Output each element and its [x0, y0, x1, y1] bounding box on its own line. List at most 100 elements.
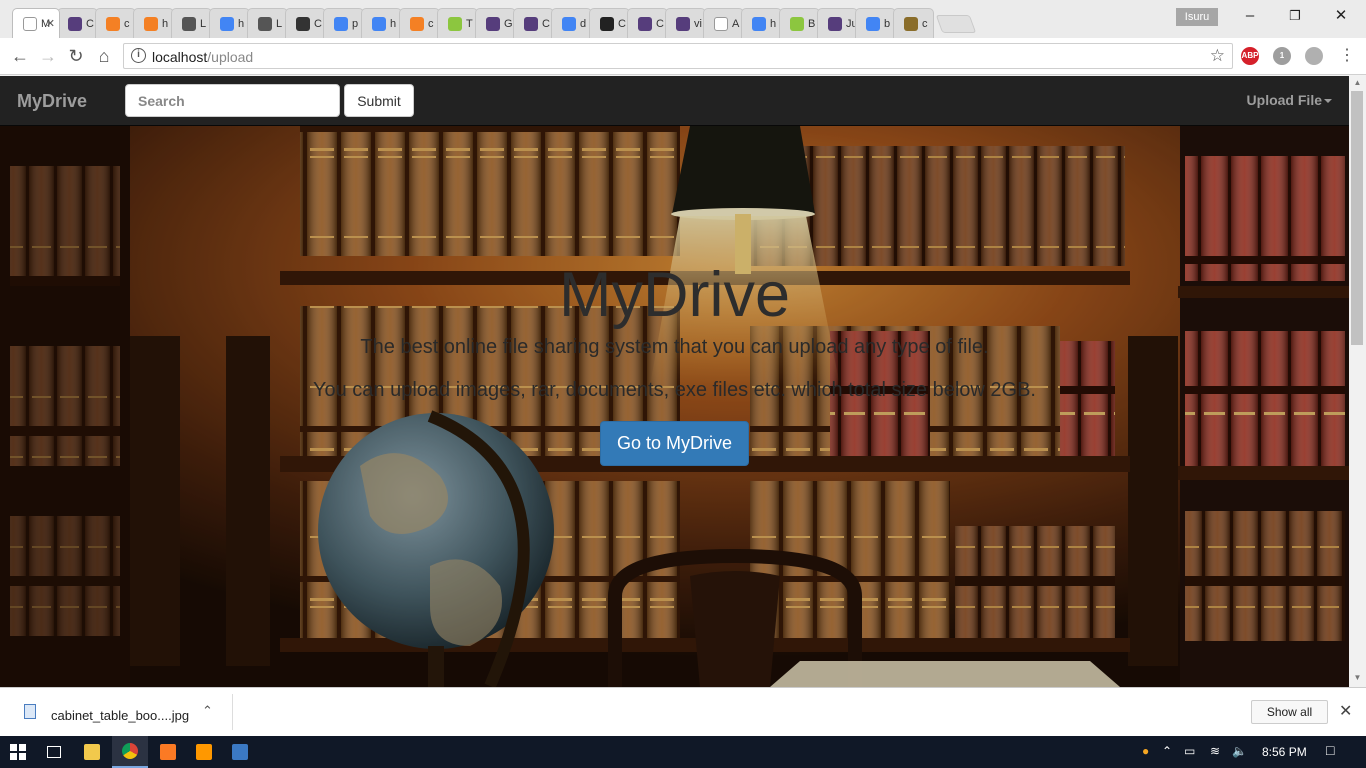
close-icon[interactable]: ✕ — [1339, 701, 1352, 721]
profile-button[interactable]: Isuru — [1176, 8, 1218, 26]
upload-file-label: Upload File — [1246, 92, 1322, 108]
browser-tab[interactable]: C — [513, 8, 554, 38]
browser-tab[interactable]: L — [171, 8, 212, 38]
bootstrap-icon — [828, 16, 842, 31]
ccleaner-tray-icon[interactable]: ● — [1142, 744, 1149, 758]
tab-label: h — [162, 17, 169, 30]
browser-tab[interactable]: h — [741, 8, 782, 38]
tab-strip: M ✕ Cc h Lh L Cp h c T G Cd C Cvi Ah B Ju b c Isuru – ❐ ✕ — [0, 0, 1366, 38]
browser-tab[interactable]: C — [57, 8, 98, 38]
w3schools-icon — [790, 16, 804, 31]
submit-button[interactable]: Submit — [344, 84, 414, 117]
browser-tab[interactable]: B — [779, 8, 820, 38]
bootstrap-icon — [638, 16, 652, 31]
start-icon[interactable] — [0, 736, 36, 768]
tab-label: vi — [694, 17, 702, 30]
browser-tab[interactable]: b — [855, 8, 896, 38]
w-icon — [600, 16, 614, 31]
tab-label: h — [238, 17, 245, 30]
hero-description: The best online file sharing system that… — [360, 336, 989, 358]
chevron-up-icon[interactable]: ⌃ — [202, 703, 213, 719]
browser-tab[interactable]: C — [627, 8, 668, 38]
ghost-icon[interactable]: 1 — [1273, 47, 1291, 65]
bootstrap-icon — [524, 16, 538, 31]
new-tab-button[interactable] — [935, 15, 977, 33]
task-view-icon[interactable] — [36, 736, 72, 768]
tab-label: c — [922, 17, 928, 30]
browser-tab[interactable]: M ✕ — [12, 8, 60, 38]
browser-tab[interactable]: c — [95, 8, 136, 38]
menu-icon[interactable]: ⋮ — [1335, 45, 1359, 67]
xampp-icon[interactable] — [150, 736, 186, 768]
search-input[interactable] — [125, 84, 340, 117]
scrollbar-thumb[interactable] — [1351, 91, 1363, 345]
browser-tab[interactable]: h — [361, 8, 402, 38]
page-scrollbar[interactable]: ▲ ▼ — [1349, 76, 1366, 687]
editor-icon[interactable] — [222, 736, 258, 768]
browser-tab[interactable]: c — [399, 8, 440, 38]
google-icon — [334, 16, 348, 31]
browser-tab[interactable]: C — [589, 8, 630, 38]
tab-label: c — [124, 17, 130, 30]
file-explorer-glyph — [84, 744, 100, 760]
browser-tab[interactable]: d — [551, 8, 592, 38]
browser-tab[interactable]: h — [209, 8, 250, 38]
w3schools-icon — [448, 16, 462, 31]
restore-icon[interactable]: ❐ — [1283, 6, 1307, 26]
minimize-icon[interactable]: – — [1238, 6, 1262, 26]
chrome-icon[interactable] — [112, 736, 148, 768]
adblock-icon[interactable]: ABP — [1241, 47, 1259, 65]
sublime-icon[interactable] — [186, 736, 222, 768]
browser-tab[interactable]: G — [475, 8, 516, 38]
bootstrap-icon — [68, 16, 82, 31]
tab-close-icon[interactable]: ✕ — [46, 17, 55, 30]
browser-tab[interactable]: C — [285, 8, 326, 38]
navbar-brand[interactable]: MyDrive — [17, 91, 87, 112]
url-host: localhost — [152, 49, 208, 65]
bootstrap-icon — [486, 16, 500, 31]
scroll-down-icon[interactable]: ▼ — [1349, 673, 1366, 682]
dark-circle-icon — [258, 16, 272, 31]
clock[interactable]: 8:56 PM — [1262, 745, 1307, 759]
back-icon[interactable]: ← — [8, 45, 32, 67]
browser-tab[interactable]: T — [437, 8, 478, 38]
chevron-up-tray-icon[interactable]: ⌃ — [1162, 744, 1172, 758]
tab-label: L — [276, 17, 283, 30]
download-file-name[interactable]: cabinet_table_boo....jpg — [51, 708, 189, 723]
browser-tab[interactable]: h — [133, 8, 174, 38]
home-icon[interactable]: ⌂ — [92, 45, 116, 67]
stackoverflow-icon — [106, 16, 120, 31]
google-icon — [220, 16, 234, 31]
file-explorer-icon[interactable] — [74, 736, 110, 768]
tab-label: C — [542, 17, 550, 30]
scroll-up-icon[interactable]: ▲ — [1349, 78, 1366, 87]
browser-tab[interactable]: A — [703, 8, 744, 38]
notifications-icon[interactable]: □ — [1326, 742, 1334, 758]
browser-toolbar: ← → ↻ ⌂ i localhost/upload ☆ ABP 1 ⋮ — [0, 38, 1366, 75]
browser-tab[interactable]: Ju — [817, 8, 858, 38]
volume-icon[interactable]: 🔈 — [1232, 744, 1247, 758]
bookmark-star-icon[interactable]: ☆ — [1210, 46, 1225, 66]
google-icon — [752, 16, 766, 31]
show-all-button[interactable]: Show all — [1251, 700, 1328, 724]
site-info-icon[interactable]: i — [131, 48, 146, 63]
library-background-image — [0, 126, 1349, 687]
tab-label: G — [504, 17, 513, 30]
battery-icon[interactable]: ▭ — [1184, 744, 1195, 758]
address-bar[interactable]: i localhost/upload ☆ — [123, 43, 1233, 69]
browser-tab[interactable]: vi — [665, 8, 706, 38]
task-view-glyph — [47, 746, 61, 758]
browser-tab[interactable]: c — [893, 8, 934, 38]
tab-label: C — [314, 17, 322, 30]
upload-file-dropdown[interactable]: Upload File — [1247, 92, 1332, 108]
forward-icon[interactable]: → — [36, 45, 60, 67]
google-icon — [866, 16, 880, 31]
puzzle-icon[interactable] — [1305, 47, 1323, 65]
reload-icon[interactable]: ↻ — [64, 45, 88, 67]
go-to-mydrive-button[interactable]: Go to MyDrive — [600, 421, 749, 466]
browser-tab[interactable]: p — [323, 8, 364, 38]
close-window-icon[interactable]: ✕ — [1329, 6, 1353, 26]
tab-label: C — [656, 17, 664, 30]
browser-tab[interactable]: L — [247, 8, 288, 38]
wifi-icon[interactable]: ≋ — [1210, 744, 1220, 758]
